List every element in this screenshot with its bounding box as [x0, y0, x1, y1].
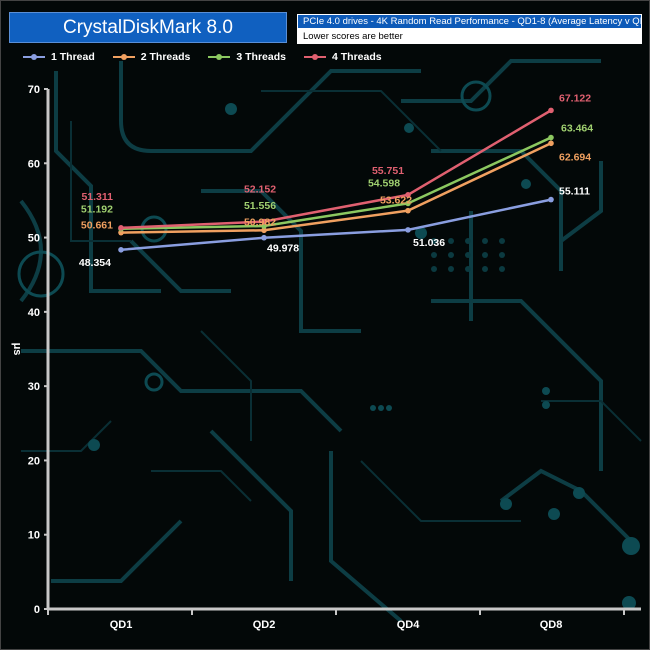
data-label: 48.354: [79, 257, 111, 269]
x-tick-label: QD4: [397, 619, 421, 631]
data-point: [261, 234, 267, 241]
data-point: [405, 227, 411, 233]
data-label: 52.152: [244, 184, 276, 196]
line-chart: 0 10 20 30 40 50 60 70 μs QD1 QD2 QD4 QD8 48.354 49.97…: [11, 84, 641, 631]
data-point: [548, 134, 554, 141]
data-label: 50.661: [81, 220, 113, 232]
data-point: [548, 140, 554, 147]
data-label: 63.464: [561, 123, 593, 135]
x-tick-label: QD1: [110, 619, 133, 631]
data-point: [548, 196, 554, 203]
data-label: 53.622: [380, 195, 412, 207]
data-label: 55.751: [372, 165, 404, 177]
y-tick-label: 30: [28, 381, 40, 393]
data-label: 49.978: [267, 243, 299, 255]
y-tick-label: 50: [28, 233, 40, 245]
data-point: [118, 246, 124, 253]
y-tick-label: 40: [28, 307, 40, 319]
y-tick-label: 60: [28, 158, 40, 170]
y-tick-label: 0: [34, 604, 40, 616]
x-tick-label: QD2: [253, 619, 276, 631]
data-label: 50.982: [244, 216, 276, 228]
y-tick-label: 20: [28, 455, 40, 467]
data-label: 54.598: [368, 177, 400, 189]
data-point: [405, 207, 411, 214]
y-tick-label: 10: [28, 530, 40, 542]
data-label: 51.311: [81, 191, 113, 203]
data-label: 51.036: [413, 237, 445, 249]
series-line-4: [120, 109, 552, 230]
x-tick-label: QD8: [540, 619, 563, 631]
series-line-3: [120, 136, 552, 230]
y-axis-label: μs: [11, 343, 23, 356]
y-tick-label: 70: [28, 84, 40, 96]
data-point: [548, 107, 554, 114]
chart-frame: CrystalDiskMark 8.0 PCIe 4.0 drives - 4K…: [0, 0, 650, 650]
data-label: 51.192: [81, 204, 113, 216]
data-label: 55.111: [559, 186, 590, 198]
data-point: [118, 225, 124, 231]
series-line-2: [120, 142, 552, 234]
data-label: 67.122: [559, 92, 591, 104]
data-label: 51.556: [244, 200, 276, 212]
data-label: 62.694: [559, 151, 591, 163]
